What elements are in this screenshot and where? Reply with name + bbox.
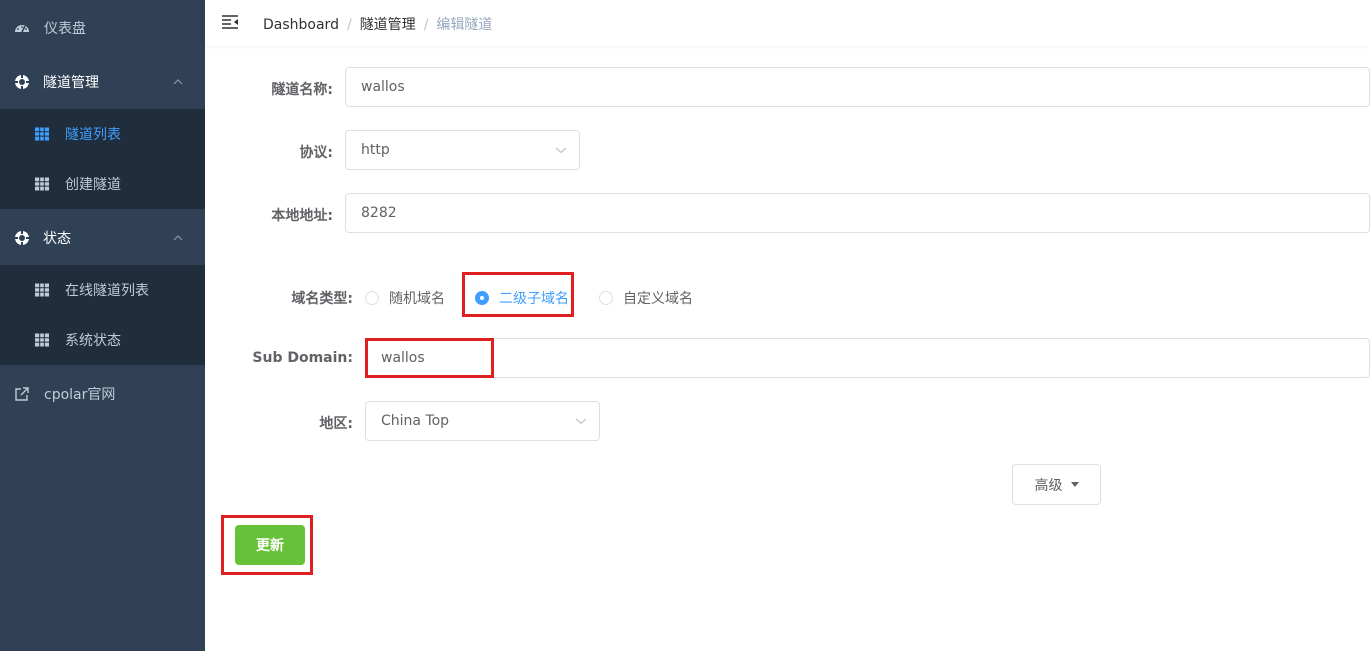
grid-table-icon: [35, 127, 49, 141]
tunnel-name-label: 隧道名称:: [271, 82, 333, 98]
domain-type-label: 域名类型:: [291, 291, 353, 307]
protocol-value: http: [361, 142, 390, 158]
chevron-up-icon: [173, 79, 183, 85]
region-label: 地区:: [319, 416, 353, 432]
breadcrumb-tunnel-management[interactable]: 隧道管理: [360, 14, 416, 34]
breadcrumb-separator: /: [423, 17, 429, 33]
sidebar-item-cpolar-site[interactable]: cpolar官网: [0, 366, 205, 422]
sidebar-item-system-status[interactable]: 系统状态: [0, 315, 205, 365]
menu-fold-icon[interactable]: [221, 13, 239, 31]
protocol-label: 协议:: [299, 145, 333, 161]
sidebar-item-label: 仪表盘: [44, 21, 86, 37]
radio-circle: [365, 291, 379, 305]
sidebar-item-dashboard[interactable]: 仪表盘: [0, 0, 205, 56]
region-value: China Top: [381, 413, 450, 429]
breadcrumb: Dashboard / 隧道管理 / 编辑隧道: [263, 14, 492, 34]
region-select[interactable]: China Top: [365, 401, 600, 441]
sidebar-item-tunnel-list[interactable]: 隧道列表: [0, 109, 205, 159]
highlight-box-subdomain: [365, 338, 494, 378]
sidebar-item-online-tunnels[interactable]: 在线隧道列表: [0, 265, 205, 315]
subdomain-label: Sub Domain:: [252, 350, 353, 366]
submenu-tunnel-management: 隧道列表 创建隧道: [0, 109, 205, 209]
gauge-icon: [15, 25, 29, 33]
local-address-input[interactable]: 8282: [345, 193, 1370, 233]
sidebar-item-label: 创建隧道: [65, 177, 121, 193]
sidebar-item-tunnel-management[interactable]: 隧道管理: [0, 54, 205, 110]
chevron-down-icon: [555, 147, 567, 154]
lifebuoy-icon: [15, 231, 29, 245]
radio-circle: [599, 291, 613, 305]
subdomain-input[interactable]: wallos: [365, 338, 1370, 378]
tunnel-name-value: wallos: [361, 79, 405, 95]
lifebuoy-icon: [15, 75, 29, 89]
breadcrumb-current: 编辑隧道: [436, 17, 493, 33]
sidebar: 仪表盘 隧道管理 隧道列表 创建隧道 状态 在线隧道列表 系统状态 cpolar…: [0, 0, 205, 651]
grid-table-icon: [35, 177, 49, 191]
local-address-label: 本地地址:: [271, 208, 333, 224]
radio-label: 自定义域名: [623, 291, 693, 307]
highlight-box-update: [221, 515, 313, 575]
sidebar-item-create-tunnel[interactable]: 创建隧道: [0, 159, 205, 209]
grid-table-icon: [35, 283, 49, 297]
local-address-value: 8282: [361, 205, 397, 221]
advanced-button-label: 高级: [1034, 477, 1063, 494]
highlight-box-domain-type: [462, 272, 574, 317]
sidebar-item-label: 隧道管理: [43, 75, 99, 91]
radio-random-domain[interactable]: 随机域名: [365, 288, 445, 308]
sidebar-item-status[interactable]: 状态: [0, 210, 205, 266]
radio-label: 随机域名: [389, 291, 445, 307]
sidebar-item-label: 系统状态: [65, 333, 121, 349]
grid-table-icon: [35, 333, 49, 347]
sidebar-item-label: 隧道列表: [65, 127, 121, 143]
submenu-status: 在线隧道列表 系统状态: [0, 265, 205, 365]
tunnel-name-input[interactable]: wallos: [345, 67, 1370, 107]
sidebar-item-label: 状态: [43, 231, 71, 247]
advanced-dropdown-button[interactable]: 高级: [1012, 464, 1101, 505]
breadcrumb-separator: /: [346, 17, 352, 33]
radio-custom-domain[interactable]: 自定义域名: [599, 288, 693, 308]
external-link-icon: [15, 387, 29, 401]
navbar: Dashboard / 隧道管理 / 编辑隧道: [205, 0, 1370, 46]
sidebar-item-label: 在线隧道列表: [65, 283, 149, 299]
sidebar-item-label: cpolar官网: [44, 387, 116, 403]
breadcrumb-dashboard[interactable]: Dashboard: [263, 17, 339, 33]
chevron-up-icon: [173, 235, 183, 241]
caret-down-icon: [1070, 482, 1079, 487]
chevron-down-icon: [575, 418, 587, 425]
protocol-select[interactable]: http: [345, 130, 580, 170]
